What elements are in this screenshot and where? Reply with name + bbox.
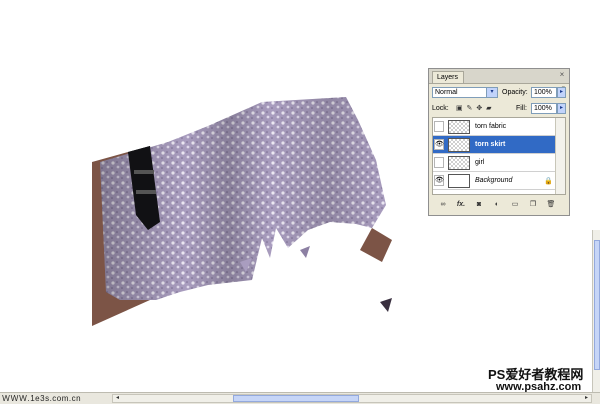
lock-options-icon[interactable]: ▣ ✎ ✥ ▰ bbox=[456, 103, 493, 114]
horizontal-scroll-thumb[interactable] bbox=[233, 395, 359, 402]
watermark-title: PS爱好者教程网 bbox=[488, 367, 584, 382]
visibility-toggle[interactable] bbox=[434, 157, 444, 168]
vertical-scroll-thumb[interactable] bbox=[594, 240, 600, 370]
layers-toolbar: ∞ fx. ◙ ◐ ▭ ❐ 🗑 bbox=[432, 199, 566, 211]
layer-thumbnail bbox=[448, 174, 470, 188]
fill-label: Fill: bbox=[516, 105, 527, 112]
chevron-down-icon[interactable]: ▾ bbox=[486, 88, 497, 97]
fill-input[interactable]: 100% bbox=[531, 103, 557, 114]
layer-thumbnail bbox=[448, 138, 470, 152]
eye-icon[interactable]: 👁 bbox=[434, 139, 444, 150]
new-layer-icon[interactable]: ❐ bbox=[528, 200, 538, 209]
panel-header: Layers × bbox=[429, 69, 569, 84]
link-icon[interactable]: ∞ bbox=[438, 200, 448, 209]
status-bar: ＷＷＷ.1e3s.com.cn ◂ ▸ bbox=[0, 392, 600, 404]
layer-row-background[interactable]: 👁 Background 🔒 bbox=[433, 172, 557, 190]
mask-icon[interactable]: ◙ bbox=[474, 200, 484, 209]
visibility-toggle[interactable] bbox=[434, 121, 444, 132]
layer-row-torn-skirt[interactable]: 👁 torn skirt bbox=[433, 136, 557, 154]
blend-mode-value: Normal bbox=[435, 89, 458, 96]
layer-thumbnail bbox=[448, 156, 470, 170]
blend-mode-select[interactable]: Normal ▾ bbox=[432, 87, 498, 98]
adjustment-icon[interactable]: ◐ bbox=[492, 200, 502, 209]
lock-icon: 🔒 bbox=[544, 178, 553, 185]
layers-panel: Layers × ▸≡ Normal ▾ Opacity: 100% ▸ Loc… bbox=[428, 68, 570, 216]
eye-icon[interactable]: 👁 bbox=[434, 175, 444, 186]
layers-scrollbar[interactable] bbox=[555, 118, 565, 194]
tab-layers[interactable]: Layers bbox=[432, 71, 464, 83]
layer-thumbnail bbox=[448, 120, 470, 134]
layer-name: Background bbox=[475, 177, 513, 184]
status-text: ＷＷＷ.1e3s.com.cn bbox=[2, 394, 82, 403]
layer-name: girl bbox=[475, 159, 485, 166]
layer-row-girl[interactable]: girl bbox=[433, 154, 557, 172]
opacity-label: Opacity: bbox=[502, 89, 528, 96]
opacity-input[interactable]: 100% bbox=[531, 87, 557, 98]
trash-icon[interactable]: 🗑 bbox=[546, 200, 556, 209]
fx-icon[interactable]: fx. bbox=[456, 200, 466, 209]
opacity-slider-arrow-icon[interactable]: ▸ bbox=[557, 87, 566, 98]
lock-row: Lock: ▣ ✎ ✥ ▰ Fill: 100% ▸ bbox=[432, 103, 566, 115]
scroll-left-icon[interactable]: ◂ bbox=[113, 395, 122, 402]
layer-row-torn-fabric[interactable]: torn fabric bbox=[433, 118, 557, 136]
blend-row: Normal ▾ Opacity: 100% ▸ bbox=[432, 87, 566, 99]
folder-icon[interactable]: ▭ bbox=[510, 200, 520, 209]
scroll-right-icon[interactable]: ▸ bbox=[582, 395, 591, 402]
fill-slider-arrow-icon[interactable]: ▸ bbox=[557, 103, 566, 114]
horizontal-scrollbar[interactable]: ◂ ▸ bbox=[112, 394, 592, 403]
vertical-scrollbar[interactable] bbox=[592, 230, 600, 392]
lock-label: Lock: bbox=[432, 105, 449, 112]
layer-name: torn fabric bbox=[475, 123, 507, 130]
close-icon[interactable]: × bbox=[558, 71, 566, 79]
right-skin-shape bbox=[360, 228, 392, 262]
layers-list: torn fabric 👁 torn skirt girl 👁 Backgrou… bbox=[432, 117, 566, 195]
layer-name: torn skirt bbox=[475, 141, 506, 148]
